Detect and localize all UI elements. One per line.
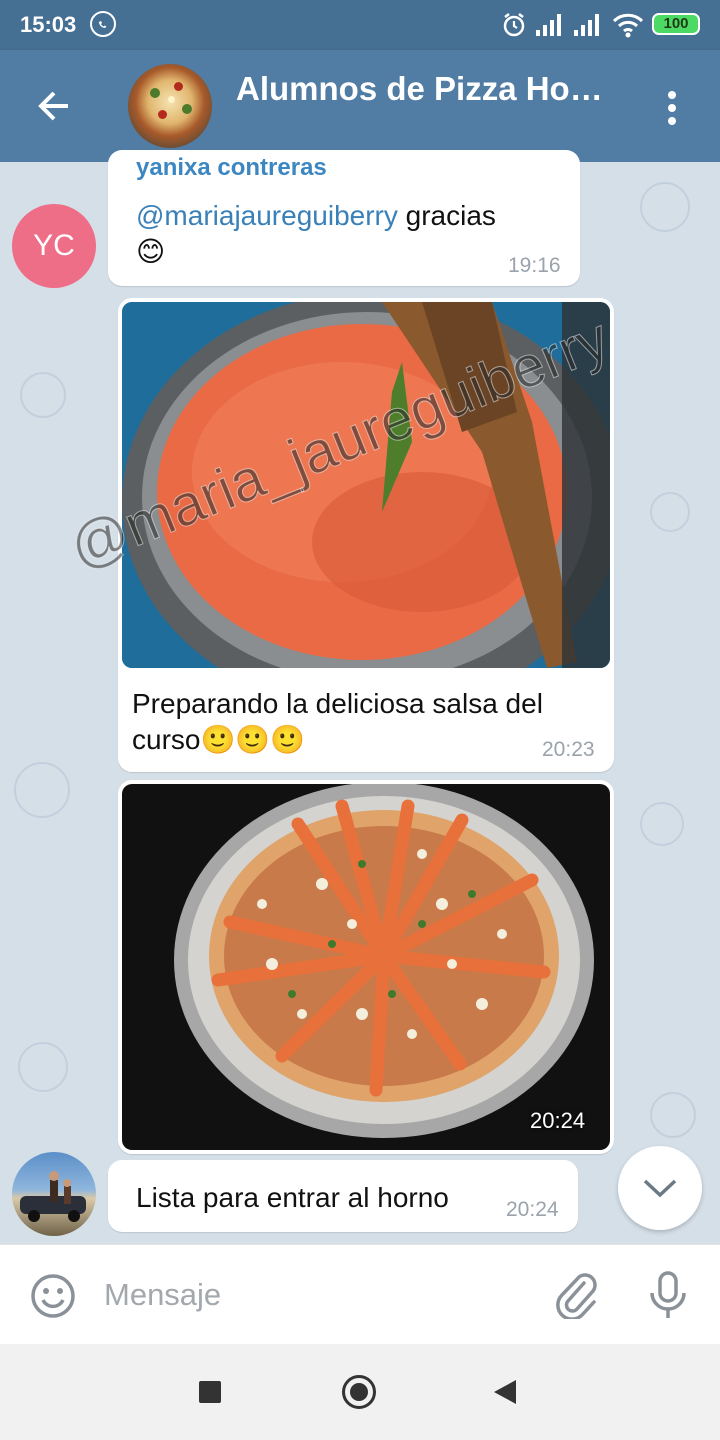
chat-title[interactable]: Alumnos de Pizza Ho…: [236, 70, 616, 108]
photo-caption: Preparando la deliciosa salsa del curso🙂…: [132, 686, 602, 758]
caption-line: curso🙂🙂🙂: [132, 724, 306, 755]
message-text: @mariajaureguiberry gracias 😊: [136, 198, 566, 270]
arrow-left-icon[interactable]: [34, 86, 74, 126]
status-bar: 15:03 100: [0, 0, 720, 50]
avatar[interactable]: [12, 1152, 96, 1236]
recents-icon[interactable]: [199, 1381, 221, 1403]
whatsapp-icon: [90, 11, 116, 37]
smiley-emoji: 😊: [136, 236, 166, 267]
battery-icon: 100: [652, 13, 700, 35]
alarm-icon: [503, 13, 525, 37]
signal-icon: [536, 14, 561, 36]
chat-header: Alumnos de Pizza Ho…: [0, 50, 720, 162]
emoji-icon[interactable]: [30, 1273, 76, 1319]
home-icon[interactable]: [342, 1375, 376, 1409]
message-time: 20:23: [542, 738, 595, 761]
group-avatar[interactable]: [128, 64, 212, 148]
photo-time: 20:24: [530, 1108, 586, 1133]
microphone-icon[interactable]: [648, 1271, 688, 1321]
avatar[interactable]: YC: [12, 204, 96, 288]
pizza-photo[interactable]: [122, 784, 610, 1150]
message-input-bar: [0, 1244, 720, 1344]
chevron-down-icon: [643, 1179, 677, 1198]
paperclip-icon[interactable]: [554, 1271, 598, 1319]
status-time: 15:03: [20, 12, 77, 37]
message-body: gracias: [397, 200, 496, 231]
system-nav-bar: [0, 1344, 720, 1440]
sender-name[interactable]: yanixa contreras: [136, 154, 327, 182]
back-icon[interactable]: [494, 1380, 516, 1404]
mention-link[interactable]: @mariajaureguiberry: [136, 200, 398, 231]
message-time: 19:16: [508, 254, 561, 277]
wifi-icon: [612, 13, 644, 38]
message-input[interactable]: [104, 1275, 524, 1315]
signal-icon: [574, 14, 599, 36]
message-text: Lista para entrar al horno: [136, 1182, 449, 1213]
message-time: 20:24: [506, 1198, 559, 1221]
scroll-down-button[interactable]: [618, 1146, 702, 1230]
caption-line: Preparando la deliciosa salsa del: [132, 688, 543, 719]
more-vertical-icon[interactable]: [664, 90, 680, 126]
